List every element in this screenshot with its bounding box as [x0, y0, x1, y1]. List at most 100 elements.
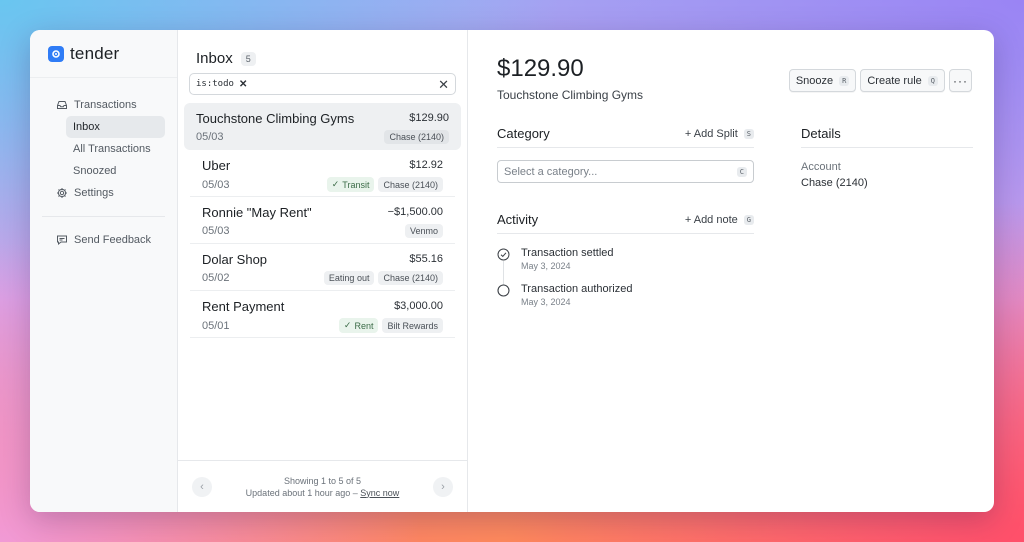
details-section-header: Details	[801, 126, 973, 148]
category-tag-label: Rent	[354, 320, 374, 331]
list-item: Transaction settled May 3, 2024	[497, 247, 754, 283]
account-value: Chase (2140)	[801, 177, 868, 189]
row-amount: $55.16	[409, 253, 443, 265]
category-select[interactable]: Select a category... C	[497, 160, 754, 183]
activity-title: Transaction settled	[521, 247, 614, 259]
gear-icon	[56, 187, 68, 199]
table-row[interactable]: Rent Payment $3,000.00 05/01 ✓ Rent Bilt …	[190, 291, 455, 338]
shortcut-key: G	[743, 214, 754, 225]
clear-filter-icon[interactable]: ✕	[438, 77, 449, 93]
shortcut-key: C	[736, 166, 747, 177]
detail-actions: Snooze R Create rule Q ···	[788, 69, 972, 92]
row-name: Rent Payment	[202, 298, 285, 314]
transaction-list-pane: Inbox 5 is:todo ✕ ✕ Touchstone Climbing …	[178, 30, 468, 512]
showing-text: Showing 1 to 5 of 5	[283, 475, 362, 486]
row-name: Ronnie "May Rent"	[202, 204, 312, 220]
sidebar-item-label: Settings	[74, 187, 114, 199]
check-icon: ✓	[343, 320, 352, 330]
list-title: Inbox	[196, 50, 233, 67]
filter-chip[interactable]: is:todo ✕	[196, 79, 247, 90]
snooze-button[interactable]: Snooze R	[788, 69, 857, 92]
sidebar-item-label: Transactions	[74, 99, 137, 111]
row-date: 05/02	[202, 272, 230, 284]
inbox-tray-icon	[56, 99, 68, 111]
row-amount: $129.90	[409, 112, 449, 124]
remove-chip-icon[interactable]: ✕	[239, 79, 247, 90]
sidebar-item-settings[interactable]: Settings	[42, 182, 165, 204]
add-note-button[interactable]: + Add note G	[685, 214, 754, 226]
app-window: tender Transactions Inbox All Transactio…	[30, 30, 994, 512]
create-rule-label: Create rule	[867, 74, 922, 87]
brand[interactable]: tender	[30, 30, 177, 78]
section-title: Details	[801, 126, 841, 141]
account-tag: Venmo	[404, 224, 443, 238]
updated-text: Updated about 1 hour ago –	[245, 487, 358, 498]
app-name: tender	[70, 43, 120, 63]
list-item: Transaction authorized May 3, 2024	[497, 283, 754, 319]
chat-bubble-icon	[56, 234, 68, 246]
category-tag-label: Transit	[342, 179, 370, 190]
table-row[interactable]: Touchstone Climbing Gyms $129.90 05/03 C…	[184, 103, 461, 150]
category-tag: ✓ Transit	[326, 177, 375, 192]
row-amount: $12.92	[409, 159, 443, 171]
shortcut-key: S	[743, 128, 754, 139]
sync-now-link[interactable]: Sync now	[360, 488, 399, 498]
detail-merchant: Touchstone Climbing Gyms	[497, 88, 644, 102]
add-split-label: + Add Split	[684, 127, 738, 140]
list-footer: ‹ Showing 1 to 5 of 5 Updated about 1 ho…	[178, 460, 467, 512]
sidebar-item-send-feedback[interactable]: Send Feedback	[42, 229, 165, 251]
row-amount: −$1,500.00	[387, 206, 443, 218]
activity-date: May 3, 2024	[521, 297, 571, 307]
check-circle-icon	[497, 248, 510, 261]
activity-title: Transaction authorized	[521, 283, 633, 295]
account-tag: Chase (2140)	[378, 271, 443, 285]
sidebar-divider	[42, 216, 165, 217]
snooze-label: Snooze	[795, 74, 834, 87]
transaction-rows: Touchstone Climbing Gyms $129.90 05/03 C…	[178, 95, 467, 338]
category-tag: ✓ Rent	[338, 318, 379, 333]
prev-page-button[interactable]: ‹	[192, 476, 212, 497]
row-date: 05/01	[202, 319, 230, 332]
circle-icon	[497, 284, 510, 297]
sidebar-item-all-transactions[interactable]: All Transactions	[66, 138, 165, 160]
activity-section-header: Activity + Add note G	[497, 212, 754, 234]
sidebar: tender Transactions Inbox All Transactio…	[30, 30, 178, 512]
tender-logo-icon	[48, 45, 64, 62]
add-note-label: + Add note	[684, 213, 738, 226]
table-row[interactable]: Dolar Shop $55.16 05/02 Eating out Chase…	[190, 244, 455, 291]
count-badge: 5	[240, 51, 256, 66]
section-title: Activity	[497, 212, 539, 227]
row-name: Dolar Shop	[202, 251, 268, 267]
create-rule-button[interactable]: Create rule Q	[860, 69, 945, 92]
account-tag: Bilt Rewards	[382, 318, 443, 333]
sidebar-item-label: Send Feedback	[74, 234, 152, 246]
filter-chip-label: is:todo	[196, 79, 234, 89]
row-date: 05/03	[196, 131, 224, 143]
chevron-left-icon: ‹	[200, 480, 204, 493]
row-name: Touchstone Climbing Gyms	[196, 110, 355, 126]
activity-date: May 3, 2024	[521, 261, 571, 271]
table-row[interactable]: Uber $12.92 05/03 ✓ Transit Chase (2140)	[190, 150, 455, 197]
sidebar-item-snoozed[interactable]: Snoozed	[66, 160, 165, 182]
add-split-button[interactable]: + Add Split S	[685, 128, 754, 140]
filter-input[interactable]: is:todo ✕ ✕	[189, 73, 456, 95]
sidebar-nav: Transactions Inbox All Transactions Snoo…	[30, 78, 177, 251]
category-placeholder: Select a category...	[504, 165, 598, 178]
more-options-button[interactable]: ···	[949, 69, 972, 92]
account-tag: Chase (2140)	[384, 130, 449, 144]
account-tag: Chase (2140)	[378, 177, 443, 192]
activity-timeline: Transaction settled May 3, 2024 Transact…	[497, 247, 754, 319]
sidebar-item-inbox[interactable]: Inbox	[66, 116, 165, 138]
next-page-button[interactable]: ›	[432, 476, 453, 497]
row-name: Uber	[202, 157, 231, 173]
category-tag: Eating out	[323, 271, 375, 285]
pagination-status: Showing 1 to 5 of 5 Updated about 1 hour…	[246, 475, 400, 499]
check-icon: ✓	[331, 179, 340, 189]
table-row[interactable]: Ronnie "May Rent" −$1,500.00 05/03 Venmo	[190, 197, 455, 244]
ellipsis-icon: ···	[953, 73, 968, 88]
detail-amount: $129.90	[497, 55, 584, 82]
row-date: 05/03	[202, 225, 230, 237]
sidebar-item-transactions[interactable]: Transactions	[42, 94, 165, 116]
list-header: Inbox 5	[178, 30, 467, 67]
row-date: 05/03	[202, 178, 230, 191]
